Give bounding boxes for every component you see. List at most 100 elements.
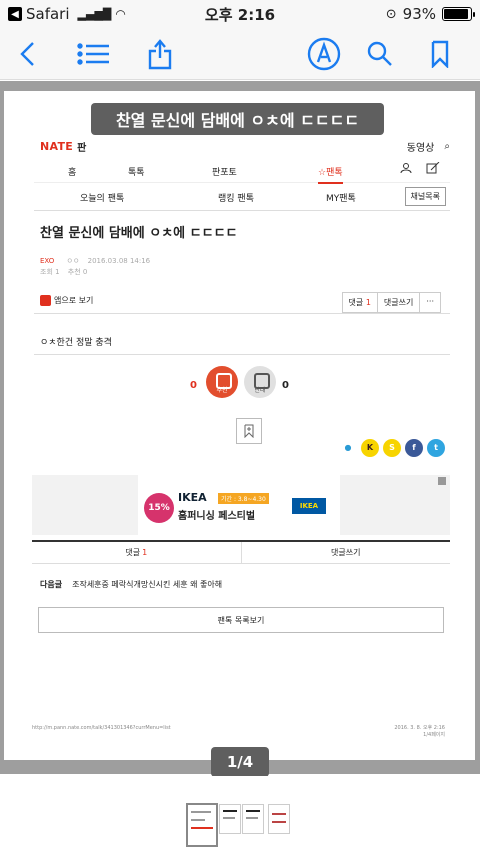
thumb-line [272,821,286,823]
status-bar: ◀ Safari ▂▄▆█ ◠ 오후 2:16 ⊙ 93% [0,0,480,28]
footer-info: 2016. 3. 8. 오후 2:16 1/4페이지 [394,725,445,739]
save-post-icon [244,424,254,438]
footer-page: 1/4페이지 [423,732,445,738]
dislike-button[interactable]: 반대 [244,366,276,398]
save-post-button[interactable] [236,418,262,444]
search-icon[interactable] [362,36,398,72]
back-chevron-icon[interactable] [10,36,46,72]
thumb-line [272,813,286,815]
comment-count: 1 [365,298,371,307]
write-comment-button[interactable]: 댓글쓰기 [378,293,421,312]
list-icon[interactable] [76,36,112,72]
ad-info-icon[interactable] [438,477,446,485]
back-to-app[interactable]: ◀ Safari ▂▄▆█ ◠ [8,5,126,23]
video-link[interactable]: 동영상 [407,139,435,154]
nav-home[interactable]: 홈 [68,165,76,178]
more-button[interactable]: ··· [420,293,440,312]
tab-comments-count: 1 [142,548,148,557]
footer-url: http://m.pann.nate.com/talk/341301346?cu… [32,725,171,731]
pdf-page[interactable]: NATE 판 동영상 ⌕ 홈 톡톡 판포토 ☆팬톡 오늘의 팬톡 랭킹 팬톡 M… [4,91,475,760]
markup-icon[interactable] [306,36,342,72]
post-meta: EXO ㅇㅇ 2016.03.08 14:16 [40,256,150,266]
nav-toktok[interactable]: 톡톡 [128,165,145,178]
nav-fantok[interactable]: ☆팬톡 [318,165,343,184]
thumb-line [191,811,211,813]
nate-logo[interactable]: NATE [40,140,73,153]
next-post[interactable]: 다음글 조작세훈중 페락식개망신시킨 세훈 왜 좋아해 [40,579,222,590]
view-count: 조회 1 [40,268,60,276]
share-buttons: ● K S f t [339,439,445,457]
share-kakaostory-icon[interactable]: S [383,439,401,457]
pdf-viewer[interactable]: NATE 판 동영상 ⌕ 홈 톡톡 판포토 ☆팬톡 오늘의 팬톡 랭킹 팬톡 M… [0,81,480,777]
comment-count-button[interactable]: 댓글 1 [343,293,378,312]
bookmark-icon[interactable] [422,36,458,72]
nav-panphoto[interactable]: 판포토 [212,165,237,178]
tab-write-comment[interactable]: 댓글쓰기 [242,542,451,563]
share-kakaotalk-icon[interactable]: K [361,439,379,457]
subnav-my[interactable]: MY팬톡 [326,191,356,204]
next-post-title: 조작세훈중 페락식개망신시킨 세훈 왜 좋아해 [72,580,223,589]
channel-list-button[interactable]: 채널목록 [404,187,446,206]
back-app-label: Safari [26,5,70,23]
divider [34,313,450,314]
share-talk-icon[interactable]: ● [339,439,357,457]
app-icon [40,295,51,306]
thumb-line [191,819,205,821]
page-search-icon[interactable]: ⌕ [444,141,450,152]
fantok-list-button[interactable]: 팬톡 목록보기 [38,607,444,633]
post-stats: 조회 1 추천 0 [40,267,87,277]
dislike-label: 반대 [254,387,266,394]
user-icon[interactable] [400,162,412,177]
subnav-today[interactable]: 오늘의 팬톡 [80,191,124,204]
thumbnail-page-3[interactable] [242,804,264,834]
comment-tabs: 댓글 1 댓글쓰기 [32,540,450,564]
ad-brand: IKEA [178,491,207,504]
tab-comments[interactable]: 댓글 1 [32,542,242,563]
next-label: 다음글 [40,580,63,589]
thumbnail-page-4[interactable] [268,804,290,834]
thumb-line [223,817,235,819]
post-date: 2016.03.08 14:16 [87,257,151,265]
vote-area: 0 추천 반대 0 [4,366,475,402]
comment-controls: 댓글 1 댓글쓰기 ··· [341,292,441,313]
like-button[interactable]: 추천 [206,366,238,398]
open-in-app-label: 앱으로 보기 [54,296,94,305]
thumb-line [246,810,260,812]
battery-icon [442,7,475,21]
battery-percent: 93% [402,5,436,23]
thumb-line [223,810,237,812]
subnav-ranking[interactable]: 랭킹 팬톡 [218,191,254,204]
share-facebook-icon[interactable]: f [405,439,423,457]
author-name: ㅇㅇ [66,257,80,265]
author-tag[interactable]: EXO [40,257,54,265]
post-body: ㅇㅊ한건 정말 충격 [40,338,112,348]
thumbnail-page-1[interactable] [186,803,218,847]
sub-nav: 오늘의 팬톡 랭킹 팬톡 MY팬톡 채널목록 [34,187,450,211]
ad-period: 기간 : 3.8~4.30 [218,493,269,504]
dislike-count: 0 [282,380,289,391]
document-title-overlay: 찬열 문신에 담배에 ㅇㅊ에 ㄷㄷㄷㄷ [91,103,384,135]
thumb-line [246,817,258,819]
signal-icon: ▂▄▆█ [77,7,112,21]
comment-label: 댓글 [348,298,364,307]
like-label: 추천 [216,387,228,394]
page-indicator: 1/4 [211,747,269,777]
recommend-count: 추천 0 [67,268,88,276]
ikea-logo: IKEA [292,498,326,514]
clock: 오후 2:16 [204,5,276,24]
share-icon[interactable] [142,36,178,72]
thumbnail-page-2[interactable] [219,804,241,834]
footer-date: 2016. 3. 8. 오후 2:16 [394,725,445,731]
ad-slogan: 홈퍼니싱 페스티벌 [178,511,256,522]
write-icon[interactable] [426,161,440,177]
share-twitter-icon[interactable]: t [427,439,445,457]
ad-banner[interactable]: 15% IKEA 기간 : 3.8~4.30 홈퍼니싱 페스티벌 IKEA [32,475,450,535]
divider [34,354,450,355]
ad-content: 15% IKEA 기간 : 3.8~4.30 홈퍼니싱 페스티벌 IKEA [138,475,340,535]
thumb-line [191,827,213,829]
like-count: 0 [190,380,197,391]
nate-header: NATE 판 동영상 ⌕ [40,135,450,157]
open-in-app-button[interactable]: 앱으로 보기 [40,295,93,306]
tab-comments-label: 댓글 [125,548,141,557]
wifi-icon: ◠ [115,7,126,21]
